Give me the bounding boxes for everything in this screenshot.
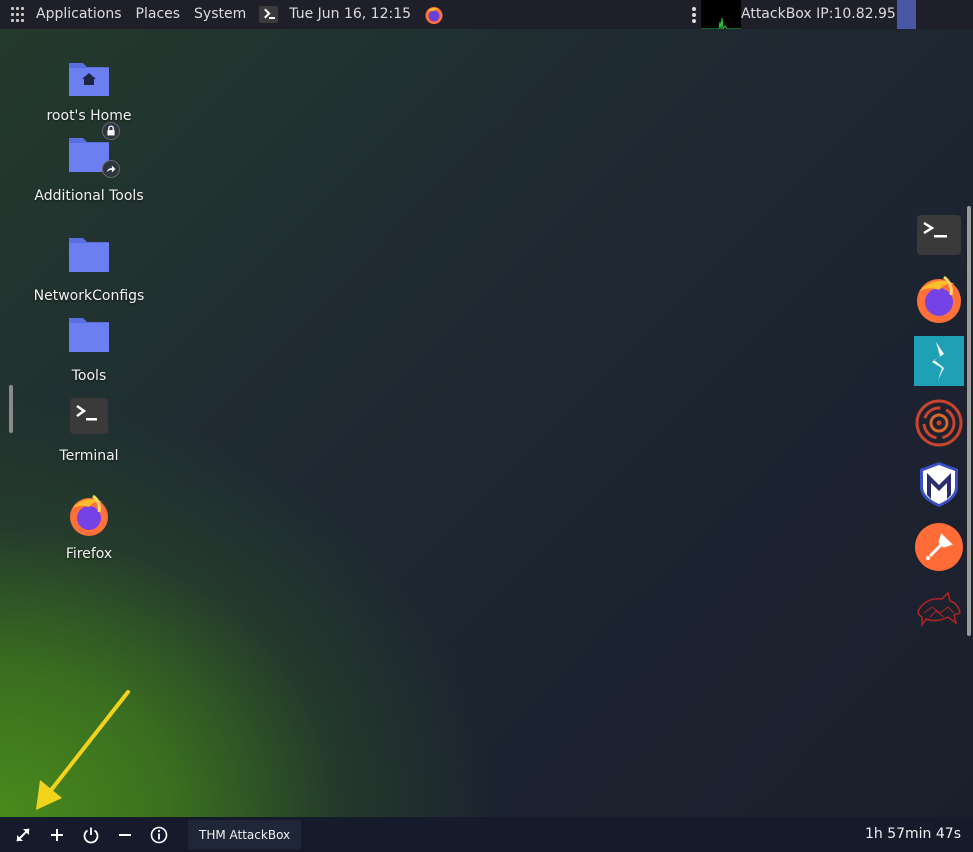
desktop-icon-label: root's Home (46, 108, 132, 124)
menu-applications[interactable]: Applications (29, 0, 129, 29)
folder-icon (69, 318, 109, 352)
desktop-icon-additional-tools[interactable]: Additional Tools (19, 122, 159, 204)
desktop-icon-tools[interactable]: Tools (19, 316, 159, 384)
attackbox-ip-label: AttackBox IP:10.82.95.4 (741, 6, 910, 22)
share-arrow-icon (102, 160, 120, 178)
dock-metasploit-icon[interactable] (914, 459, 964, 509)
info-button[interactable] (142, 817, 176, 852)
system-monitor-graph (701, 0, 741, 29)
annotation-arrow (36, 690, 130, 810)
panel-indicator (897, 0, 916, 29)
dock-terminal-icon[interactable] (914, 212, 964, 262)
desktop-icon-terminal[interactable]: Terminal (19, 396, 159, 464)
desktop-icon-label: Terminal (59, 448, 119, 464)
power-icon (83, 827, 99, 843)
dock-postman-icon[interactable] (914, 522, 964, 572)
desktop-icon-label: Tools (71, 368, 107, 384)
minus-icon (119, 833, 131, 836)
desktop-icon-root-home[interactable]: root's Home (19, 56, 159, 124)
menu-places[interactable]: Places (129, 0, 188, 29)
firefox-icon (70, 494, 108, 536)
desktop-icon-label: Additional Tools (34, 188, 144, 204)
desktop-icon-networkconfigs[interactable]: NetworkConfigs (19, 236, 159, 304)
panel-menu-icon[interactable] (692, 7, 696, 23)
folder-icon (69, 238, 109, 272)
plus-icon (51, 828, 63, 841)
session-timer: 1h 57min 47s (864, 826, 961, 842)
power-button[interactable] (74, 817, 108, 852)
dock-cyberchef-icon[interactable] (914, 398, 964, 448)
fullscreen-icon (16, 827, 30, 842)
info-icon (150, 826, 168, 843)
desktop-icon-label: Firefox (65, 546, 113, 562)
bottom-toolbar: THM AttackBox 1h 57min 47s (0, 817, 973, 852)
desktop-icon-label: NetworkConfigs (33, 288, 145, 304)
tab-thm-attackbox[interactable]: THM AttackBox (188, 820, 302, 849)
lock-icon (102, 122, 120, 140)
desktop-icon-firefox[interactable]: Firefox (19, 494, 159, 562)
applications-grid-icon[interactable] (11, 6, 27, 23)
terminal-icon (70, 398, 108, 434)
home-folder-icon (69, 63, 109, 96)
minimize-button[interactable] (108, 817, 142, 852)
dock-wireshark-shark-icon[interactable] (914, 585, 964, 635)
terminal-launcher-icon[interactable] (259, 6, 279, 23)
menu-system[interactable]: System (187, 0, 253, 29)
left-edge-handle[interactable] (9, 385, 13, 433)
dock-firefox-icon[interactable] (914, 275, 964, 325)
firefox-launcher-icon[interactable] (424, 5, 444, 25)
dock-scrollbar[interactable] (967, 206, 971, 636)
fullscreen-button[interactable] (6, 817, 40, 852)
clock[interactable]: Tue Jun 16, 12:15 (282, 0, 418, 29)
add-button[interactable] (40, 817, 74, 852)
dock-burp-suite-icon[interactable] (914, 336, 964, 386)
